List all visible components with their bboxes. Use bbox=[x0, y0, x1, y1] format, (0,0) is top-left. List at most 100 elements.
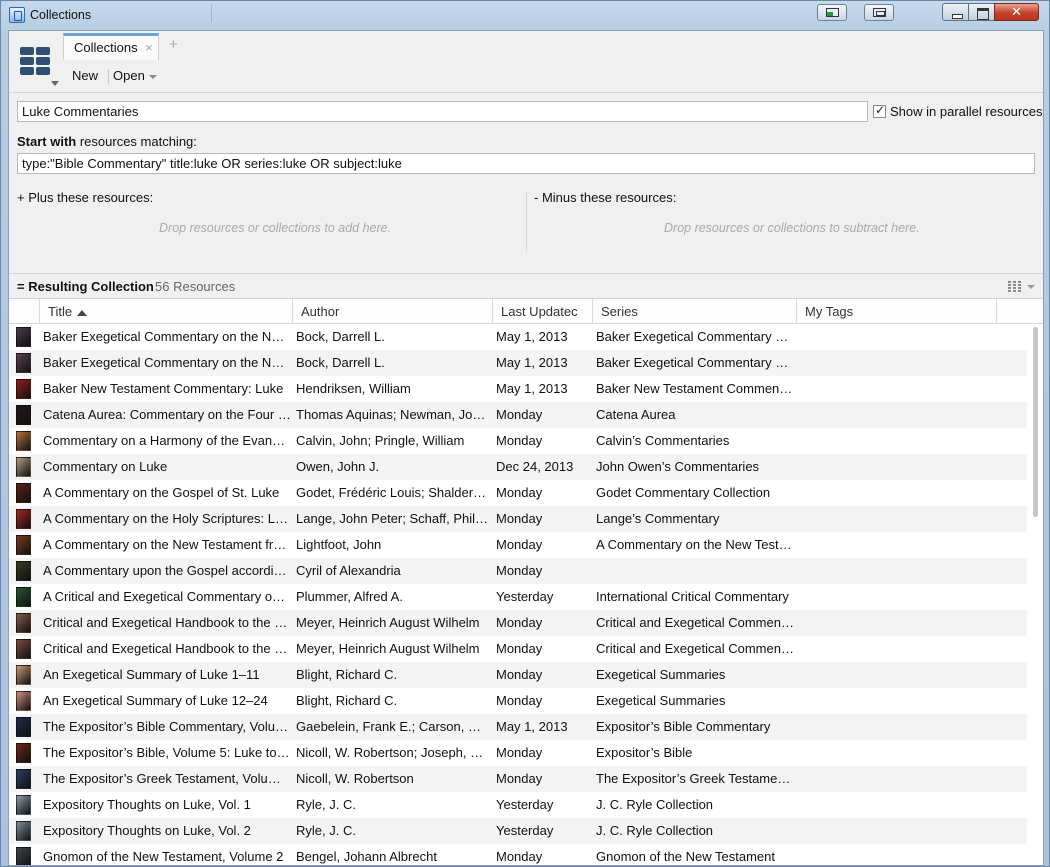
open-label: Open bbox=[113, 68, 145, 83]
plus-drop-zone[interactable]: Drop resources or collections to add her… bbox=[159, 221, 391, 235]
column-header-author[interactable]: Author bbox=[292, 299, 492, 324]
book-cover-icon bbox=[16, 535, 31, 555]
link-set-icon[interactable] bbox=[817, 4, 847, 21]
row-last-updated: Monday bbox=[496, 849, 543, 864]
title-bar[interactable]: Collections ✕ bbox=[1, 1, 1049, 30]
table-row[interactable]: Expository Thoughts on Luke, Vol. 2 Ryle,… bbox=[9, 818, 1027, 844]
tab-collections[interactable]: Collections × bbox=[63, 33, 159, 60]
column-chooser-icon[interactable] bbox=[1008, 280, 1022, 292]
table-row[interactable]: A Critical and Exegetical Commentary on … bbox=[9, 584, 1027, 610]
table-row[interactable]: Catena Aurea: Commentary on the Four Gos… bbox=[9, 402, 1027, 428]
row-last-updated: Monday bbox=[496, 563, 543, 578]
row-series: The Expositor’s Greek Testament (EGT) bbox=[596, 771, 794, 786]
row-author: Blight, Richard C. bbox=[296, 693, 398, 708]
table-row[interactable]: A Commentary on the Holy Scriptures: Luk… bbox=[9, 506, 1027, 532]
row-last-updated: Yesterday bbox=[496, 589, 554, 604]
row-title: An Exegetical Summary of Luke 1–11 bbox=[43, 667, 260, 682]
row-last-updated: Monday bbox=[496, 407, 543, 422]
row-author: Meyer, Heinrich August Wilhelm bbox=[296, 641, 480, 656]
row-title: The Expositor’s Bible Commentary, Volume… bbox=[43, 719, 291, 734]
add-tab-icon[interactable]: + bbox=[169, 36, 178, 53]
table-row[interactable]: Baker New Testament Commentary: Luke Hend… bbox=[9, 376, 1027, 402]
table-row[interactable]: The Expositor’s Bible, Volume 5: Luke to… bbox=[9, 740, 1027, 766]
row-last-updated: May 1, 2013 bbox=[496, 719, 568, 734]
client-area: Collections × + New Open Luke Commentari… bbox=[8, 30, 1044, 866]
column-header-title[interactable]: Title bbox=[39, 299, 292, 324]
tab-close-icon[interactable]: × bbox=[145, 40, 153, 55]
parallel-resources-label: Show in parallel resources bbox=[890, 104, 1043, 119]
column-header-filler bbox=[996, 299, 1043, 324]
table-row[interactable]: Commentary on Luke Owen, John J. Dec 24, 2… bbox=[9, 454, 1027, 480]
scrollbar-thumb[interactable] bbox=[1033, 327, 1038, 517]
row-series: Expositor’s Bible bbox=[596, 745, 693, 760]
close-button[interactable]: ✕ bbox=[994, 3, 1039, 21]
table-row[interactable]: Baker Exegetical Commentary on the New T… bbox=[9, 324, 1027, 350]
row-series: Godet Commentary Collection bbox=[596, 485, 771, 500]
chevron-down-icon[interactable] bbox=[51, 81, 59, 86]
table-row[interactable]: Baker Exegetical Commentary on the New T… bbox=[9, 350, 1027, 376]
table-row[interactable]: A Commentary upon the Gospel according t… bbox=[9, 558, 1027, 584]
command-divider bbox=[108, 69, 109, 84]
collections-window: Collections ✕ Collections × + New Open L… bbox=[0, 0, 1050, 867]
row-last-updated: Monday bbox=[496, 537, 543, 552]
row-series: Critical and Exegetical Commentary on th… bbox=[596, 615, 794, 630]
vertical-scrollbar[interactable] bbox=[1029, 325, 1043, 865]
open-button[interactable]: Open bbox=[113, 68, 157, 83]
table-row[interactable]: Commentary on a Harmony of the Evangelis… bbox=[9, 428, 1027, 454]
row-series: Baker Exegetical Commentary on the New T… bbox=[596, 329, 794, 344]
logos-menu-icon[interactable] bbox=[18, 45, 54, 79]
new-button[interactable]: New bbox=[72, 68, 98, 83]
row-series: Baker Exegetical Commentary on the New T… bbox=[596, 355, 794, 370]
maximize-button[interactable] bbox=[968, 3, 995, 21]
table-row[interactable]: A Commentary on the Gospel of St. Luke Go… bbox=[9, 480, 1027, 506]
table-row[interactable]: An Exegetical Summary of Luke 1–11 Blight… bbox=[9, 662, 1027, 688]
table-row[interactable]: Critical and Exegetical Handbook to the … bbox=[9, 636, 1027, 662]
minus-drop-zone[interactable]: Drop resources or collections to subtrac… bbox=[664, 221, 920, 235]
table-row[interactable]: A Commentary on the New Testament from t… bbox=[9, 532, 1027, 558]
row-author: Lange, John Peter; Schaff, Philip; Stark… bbox=[296, 511, 488, 526]
row-last-updated: May 1, 2013 bbox=[496, 329, 568, 344]
row-series: J. C. Ryle Collection bbox=[596, 797, 714, 812]
row-series: Expositor’s Bible Commentary bbox=[596, 719, 771, 734]
book-cover-icon bbox=[16, 639, 31, 659]
table-row[interactable]: The Expositor’s Bible Commentary, Volume… bbox=[9, 714, 1027, 740]
row-last-updated: May 1, 2013 bbox=[496, 381, 568, 396]
table-row[interactable]: Expository Thoughts on Luke, Vol. 1 Ryle,… bbox=[9, 792, 1027, 818]
minimize-button[interactable] bbox=[942, 3, 969, 21]
background-ghost bbox=[211, 4, 331, 22]
row-last-updated: Monday bbox=[496, 667, 543, 682]
chevron-down-icon[interactable] bbox=[1027, 285, 1035, 289]
row-series: Baker New Testament Commentary bbox=[596, 381, 794, 396]
table-header: Title Author Last Updatec Series My Tags bbox=[9, 299, 1043, 324]
row-author: Blight, Richard C. bbox=[296, 667, 398, 682]
row-author: Plummer, Alfred A. bbox=[296, 589, 403, 604]
collection-name-input[interactable]: Luke Commentaries bbox=[17, 101, 868, 122]
row-title: Expository Thoughts on Luke, Vol. 2 bbox=[43, 823, 251, 838]
column-header-series[interactable]: Series bbox=[592, 299, 796, 324]
table-row[interactable]: Critical and Exegetical Handbook to the … bbox=[9, 610, 1027, 636]
book-cover-icon bbox=[16, 431, 31, 451]
column-header-last-updated[interactable]: Last Updatec bbox=[492, 299, 592, 324]
layout-icon[interactable] bbox=[864, 4, 894, 21]
row-title: Baker New Testament Commentary: Luke bbox=[43, 381, 284, 396]
table-row[interactable]: An Exegetical Summary of Luke 12–24 Bligh… bbox=[9, 688, 1027, 714]
row-last-updated: May 1, 2013 bbox=[496, 355, 568, 370]
table-row[interactable]: Gnomon of the New Testament, Volume 2 Ben… bbox=[9, 844, 1027, 865]
row-author: Bock, Darrell L. bbox=[296, 355, 385, 370]
table-row[interactable]: The Expositor’s Greek Testament, Volume … bbox=[9, 766, 1027, 792]
row-series: John Owen’s Commentaries bbox=[596, 459, 760, 474]
toolbar: Collections × + New Open bbox=[9, 31, 1043, 93]
parallel-resources-checkbox[interactable] bbox=[873, 103, 886, 118]
row-series: Critical and Exegetical Commentary on th… bbox=[596, 641, 794, 656]
row-last-updated: Monday bbox=[496, 433, 543, 448]
column-header-my-tags[interactable]: My Tags bbox=[796, 299, 996, 324]
book-cover-icon bbox=[16, 691, 31, 711]
row-title: Catena Aurea: Commentary on the Four Gos… bbox=[43, 407, 291, 422]
row-author: Nicoll, W. Robertson; Joseph, Oswald bbox=[296, 745, 488, 760]
row-title: The Expositor’s Greek Testament, Volume … bbox=[43, 771, 291, 786]
query-input[interactable]: type:"Bible Commentary" title:luke OR se… bbox=[17, 153, 1035, 174]
book-cover-icon bbox=[16, 587, 31, 607]
row-author: Godet, Frédéric Louis; Shalders, E. W. bbox=[296, 485, 488, 500]
book-cover-icon bbox=[16, 743, 31, 763]
sort-ascending-icon bbox=[77, 309, 88, 316]
